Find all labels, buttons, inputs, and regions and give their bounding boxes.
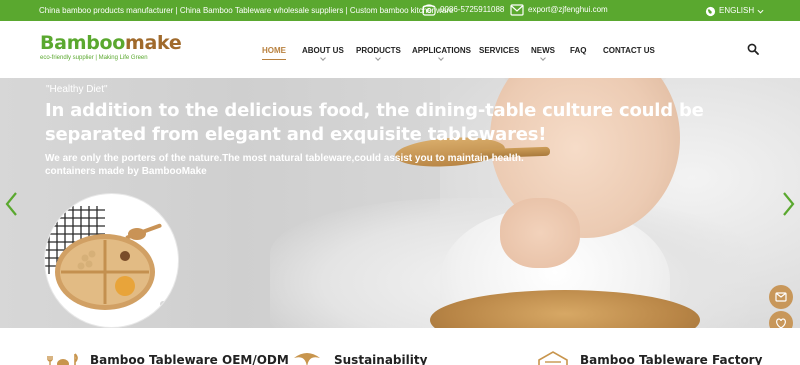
chevron-down-icon: [540, 55, 546, 61]
logo-tagline: eco-friendly supplier | Making Life Gree…: [40, 55, 148, 61]
hero-subtext-line1: We are only the porters of the nature.Th…: [45, 153, 524, 164]
logo-wordmark[interactable]: Bamboomake: [40, 32, 182, 54]
main-header: Bamboomake eco-friendly supplier | Makin…: [0, 21, 800, 78]
hero-subtext-line2: containers made by BambooMake: [45, 166, 207, 177]
language-label[interactable]: ENGLISH: [719, 4, 754, 18]
fork-knife-icon: [47, 353, 78, 365]
logo-part-bamboo: Bamboo: [40, 32, 126, 54]
floating-mail-button[interactable]: [769, 285, 793, 309]
feature-factory-title[interactable]: Bamboo Tableware Factory: [580, 353, 762, 365]
nav-about-us-label[interactable]: ABOUT US: [302, 46, 344, 55]
site-logo[interactable]: Bamboomake eco-friendly supplier | Makin…: [40, 32, 182, 61]
feature-sustainability[interactable]: Sustainability: [290, 350, 427, 365]
nav-active-underline: [262, 59, 286, 60]
language-selector[interactable]: ENGLISH: [705, 4, 764, 18]
leaf-icon: [294, 353, 320, 365]
chevron-down-icon: [438, 55, 445, 61]
nav-news[interactable]: NEWS: [531, 46, 555, 61]
phone-number[interactable]: 0086-5725911088: [440, 3, 504, 17]
nav-services-label[interactable]: SERVICES: [479, 46, 519, 55]
logo-part-make: make: [125, 32, 182, 54]
top-bar: China bamboo products manufacturer | Chi…: [0, 0, 800, 21]
feature-factory[interactable]: Bamboo Tableware Factory: [536, 350, 762, 365]
nav-contact-us-label[interactable]: CONTACT US: [603, 46, 655, 55]
hero-quote: "Healthy Diet": [46, 84, 108, 95]
nav-products[interactable]: PRODUCTS: [356, 46, 401, 61]
nav-home[interactable]: HOME: [262, 46, 286, 60]
globe-icon: [705, 6, 716, 16]
product-thumbnail: [45, 194, 178, 327]
bamboo-divided-plate-image: [45, 204, 174, 310]
email-contact[interactable]: export@zjfenghui.com: [510, 3, 608, 17]
chevron-down-icon: [375, 55, 382, 61]
nav-faq[interactable]: FAQ: [570, 46, 586, 55]
nav-products-label[interactable]: PRODUCTS: [356, 46, 401, 55]
slider-prev-arrow-icon[interactable]: [4, 191, 20, 217]
hero-subtext: We are only the porters of the nature.Th…: [45, 152, 565, 178]
site-tagline: China bamboo products manufacturer | Chi…: [39, 6, 454, 15]
factory-icon: [538, 351, 568, 365]
features-row: Bamboo Tableware OEM/ODM Sustainability …: [0, 328, 800, 365]
nav-applications-label[interactable]: APPLICATIONS: [412, 46, 471, 55]
phone-icon: [422, 4, 436, 16]
baby-hand-image: [500, 198, 580, 268]
feature-oem-odm[interactable]: Bamboo Tableware OEM/ODM: [46, 350, 289, 365]
nav-home-label[interactable]: HOME: [262, 46, 286, 55]
chevron-down-icon: [320, 55, 326, 61]
mail-icon: [775, 292, 787, 302]
nav-faq-label[interactable]: FAQ: [570, 46, 586, 55]
feature-sustainability-title[interactable]: Sustainability: [334, 353, 427, 365]
hero-slider: "Healthy Diet" In addition to the delici…: [0, 78, 800, 328]
nav-contact-us[interactable]: CONTACT US: [603, 46, 655, 55]
nav-applications[interactable]: APPLICATIONS: [412, 46, 471, 61]
hero-headline: In addition to the delicious food, the d…: [45, 100, 704, 145]
slider-next-arrow-icon[interactable]: [780, 191, 796, 217]
search-icon[interactable]: [747, 43, 759, 55]
chevron-down-icon: [757, 9, 764, 14]
phone-contact[interactable]: 0086-5725911088: [422, 3, 504, 17]
email-address[interactable]: export@zjfenghui.com: [528, 3, 608, 17]
feature-oem-odm-title[interactable]: Bamboo Tableware OEM/ODM: [90, 353, 289, 365]
nav-news-label[interactable]: NEWS: [531, 46, 555, 55]
email-icon: [510, 4, 524, 16]
nav-services[interactable]: SERVICES: [479, 46, 519, 55]
nav-about-us[interactable]: ABOUT US: [302, 46, 344, 61]
